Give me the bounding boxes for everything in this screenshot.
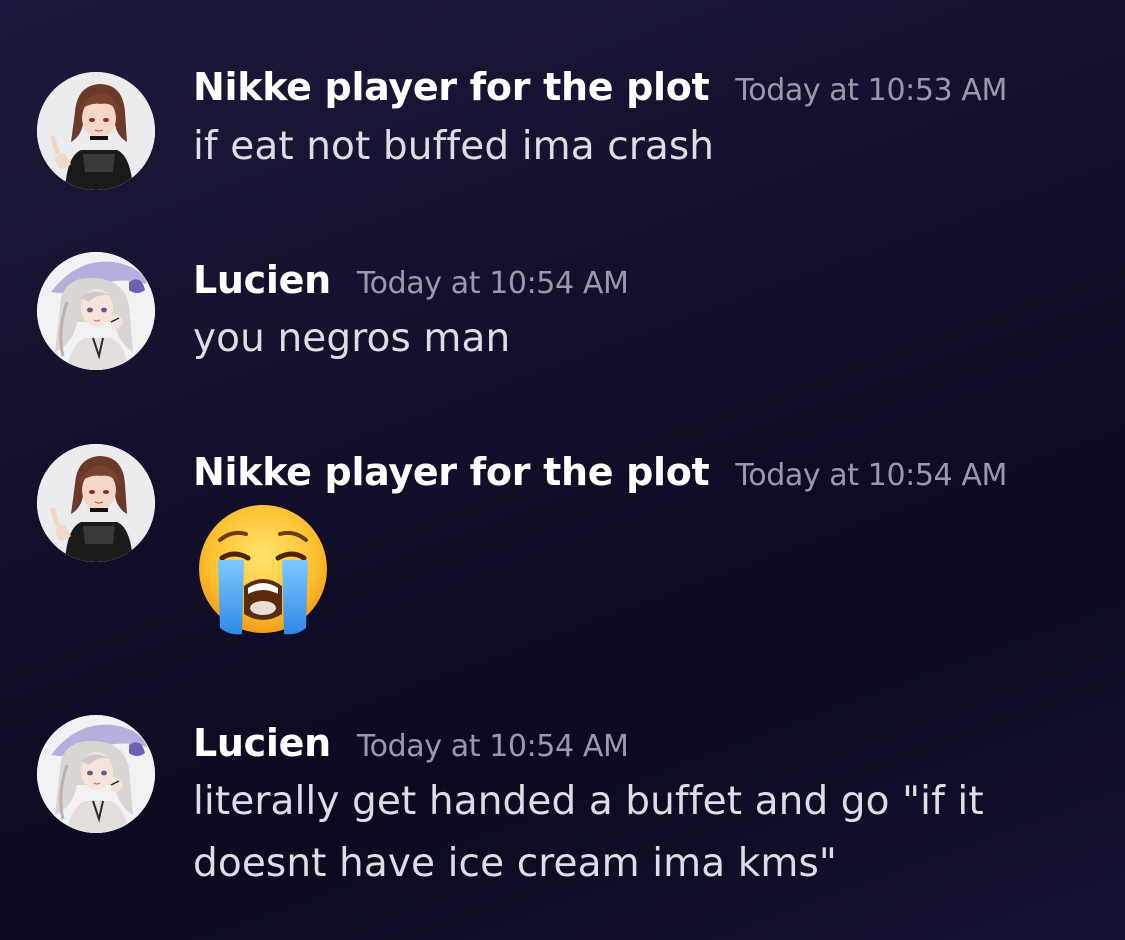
message-text-line: doesnt have ice cream ima kms" xyxy=(193,841,837,886)
timestamp: Today at 10:54 AM xyxy=(735,458,1007,493)
avatar[interactable] xyxy=(37,715,155,833)
message-header: Lucien Today at 10:54 AM xyxy=(193,258,629,302)
chat-log: Nikke player for the plot Today at 10:53… xyxy=(0,0,1125,940)
message-text-line: literally get handed a buffet and go "if… xyxy=(193,779,984,824)
message-text: literally get handed a buffet and go "if… xyxy=(193,771,1093,895)
username[interactable]: Nikke player for the plot xyxy=(193,450,710,494)
timestamp: Today at 10:54 AM xyxy=(356,266,629,301)
avatar[interactable] xyxy=(37,252,155,370)
avatar[interactable] xyxy=(37,72,155,190)
timestamp: Today at 10:54 AM xyxy=(356,729,629,764)
username[interactable]: Nikke player for the plot xyxy=(193,65,710,109)
loudly-crying-face-emoji xyxy=(199,505,327,635)
message-header: Nikke player for the plot Today at 10:53… xyxy=(193,65,1007,109)
username[interactable]: Lucien xyxy=(193,258,331,302)
message-text: if eat not buffed ima crash xyxy=(193,124,715,169)
avatar[interactable] xyxy=(37,444,155,562)
timestamp: Today at 10:53 AM xyxy=(735,73,1007,108)
message-text: you negros man xyxy=(193,316,511,361)
message-header: Nikke player for the plot Today at 10:54… xyxy=(193,450,1007,494)
username[interactable]: Lucien xyxy=(193,721,331,765)
message-header: Lucien Today at 10:54 AM xyxy=(193,721,629,765)
